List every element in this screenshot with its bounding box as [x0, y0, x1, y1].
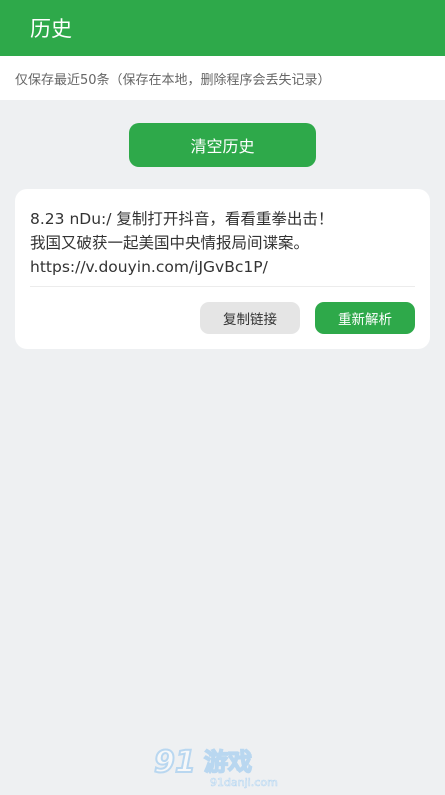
watermark-logo-icon: 91 游戏 91danji.com	[153, 744, 278, 789]
copy-link-button[interactable]: 复制链接	[200, 302, 300, 334]
storage-notice-text: 仅保存最近50条（保存在本地，删除程序会丢失记录）	[15, 72, 331, 88]
svg-text:91danji.com: 91danji.com	[210, 776, 278, 789]
page-title: 历史	[30, 17, 72, 41]
storage-notice: 仅保存最近50条（保存在本地，删除程序会丢失记录）	[0, 56, 445, 100]
svg-text:游戏: 游戏	[204, 748, 252, 776]
history-item-link: https://v.douyin.com/iJGvBc1P/	[30, 258, 268, 276]
app-header: 历史	[0, 0, 445, 56]
history-item-line: 8.23 nDu:/ 复制打开抖音，看看重拳出击！	[30, 210, 334, 228]
reparse-button[interactable]: 重新解析	[315, 302, 415, 334]
divider	[30, 286, 415, 287]
site-watermark: 91 游戏 91danji.com	[152, 740, 292, 790]
clear-history-button[interactable]: 清空历史	[129, 123, 316, 167]
svg-text:91: 91	[154, 745, 196, 780]
history-item: 8.23 nDu:/ 复制打开抖音，看看重拳出击！ 我国又破获一起美国中央情报局…	[15, 189, 430, 349]
history-item-line: 我国又破获一起美国中央情报局间谍案。	[30, 234, 310, 252]
history-item-text[interactable]: 8.23 nDu:/ 复制打开抖音，看看重拳出击！ 我国又破获一起美国中央情报局…	[30, 207, 415, 279]
